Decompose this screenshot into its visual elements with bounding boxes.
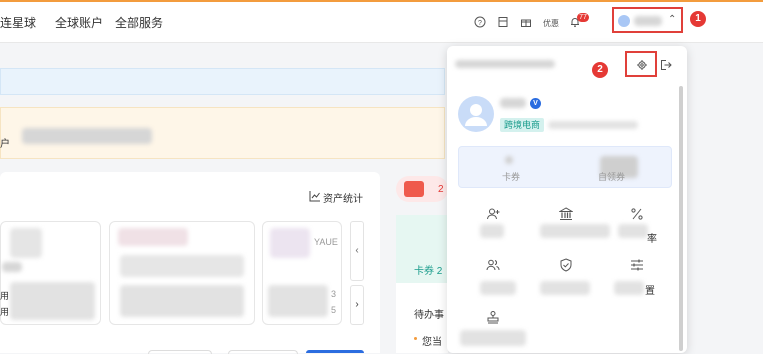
tile-1-label-2: 用 (0, 307, 10, 317)
todo-title: 待办事 (414, 310, 444, 321)
bank-icon[interactable] (559, 207, 573, 221)
grid-label-rate[interactable]: 率 (647, 230, 657, 245)
annotation-step-1: 1 (690, 11, 706, 27)
coupon-link[interactable]: 优惠 (543, 18, 559, 29)
redacted-profile-name (500, 98, 526, 108)
carousel-prev-button[interactable]: ‹ (350, 221, 364, 281)
redacted-tile-1-top (10, 228, 42, 258)
voucher-label: 卡券 2 (414, 266, 443, 277)
carousel-next-button[interactable]: › (350, 285, 364, 325)
sliders-icon[interactable] (630, 258, 644, 272)
help-icon[interactable]: ? (474, 16, 486, 28)
nav-item-all-services[interactable]: 全部服务 (115, 14, 163, 31)
gift-promo-number: 2 (438, 184, 444, 195)
shield-icon[interactable] (559, 258, 573, 272)
redacted-stat-1-value (505, 156, 513, 164)
todo-item[interactable]: 您当 (422, 333, 442, 348)
grid-label-settings[interactable]: 置 (645, 282, 655, 297)
chevron-up-icon[interactable]: ⌃ (668, 14, 676, 25)
redacted-grid-label-2 (540, 224, 610, 238)
nav-item-star-planet[interactable]: 连星球 (0, 14, 36, 31)
avatar (618, 15, 630, 27)
redacted-grid-label-6 (614, 281, 644, 295)
panel-scrollbar[interactable] (679, 86, 683, 351)
redacted-grid-label-1 (480, 224, 504, 238)
redacted-tile-2-bottom (120, 285, 244, 317)
redacted-grid-label-3 (618, 224, 648, 238)
stat-2-label[interactable]: 自领券 (598, 170, 625, 183)
tile-3-value-1: 3 (331, 289, 337, 299)
redacted-grid-label-7 (460, 330, 526, 346)
users-icon[interactable] (486, 258, 500, 272)
svg-text:?: ? (478, 20, 482, 27)
percent-icon[interactable] (630, 207, 644, 221)
redacted-grid-label-4 (480, 281, 516, 295)
asset-stats-link[interactable]: 资产统计 (323, 190, 363, 205)
business-type-tag: 跨境电商 (500, 118, 545, 132)
redacted-tile-2-top (118, 228, 188, 246)
profile-dropdown-panel (447, 46, 687, 353)
tile-3-currency: YAUE (314, 237, 338, 247)
document-icon[interactable] (497, 16, 509, 28)
info-banner (0, 68, 445, 95)
stamp-icon[interactable] (486, 310, 500, 324)
verified-icon: V (530, 98, 541, 109)
profile-avatar (458, 96, 494, 132)
annotation-step-2: 2 (592, 62, 608, 78)
redacted-profile-id (548, 121, 638, 129)
gift-icon[interactable] (520, 16, 532, 28)
chart-icon[interactable] (309, 189, 321, 202)
account-notice-text: 户 (0, 139, 10, 150)
todo-bullet (414, 337, 417, 340)
nav-item-global-account[interactable]: 全球账户 (55, 14, 103, 31)
redacted-grid-label-5 (540, 281, 590, 295)
tile-1-label: 用 (0, 291, 10, 301)
logout-icon[interactable] (660, 58, 672, 70)
redacted-tile-2-mid (120, 255, 244, 277)
gift-box-icon (404, 181, 424, 197)
gear-icon[interactable] (636, 58, 648, 70)
redacted-tile-3-top (270, 228, 310, 258)
notification-count-badge: 77 (577, 13, 589, 22)
action-button-2[interactable] (228, 350, 298, 354)
redacted-username (634, 16, 662, 26)
redacted-tile-1-mid (2, 262, 22, 272)
redacted-account-id (455, 60, 555, 68)
add-user-icon[interactable] (486, 207, 500, 221)
redacted-account-info (22, 128, 152, 144)
tile-3-value-2: 5 (331, 305, 337, 315)
action-button-1[interactable] (148, 350, 212, 354)
redacted-tile-3-bottom (268, 285, 328, 317)
stat-1-label[interactable]: 卡券 (502, 170, 520, 183)
redacted-tile-1-bottom (10, 282, 95, 320)
profile-stats-box (458, 146, 672, 188)
